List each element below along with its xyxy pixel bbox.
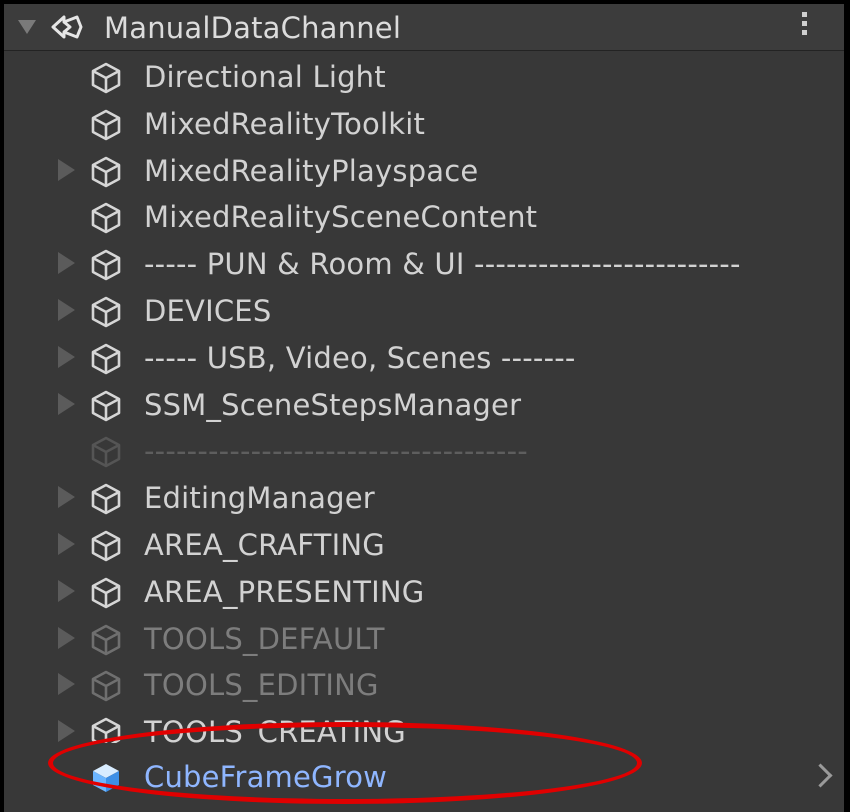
hierarchy-item[interactable]: ----- PUN & Room & UI ------------------… <box>4 241 844 287</box>
expand-arrow-icon[interactable] <box>58 299 75 321</box>
expand-arrow-icon[interactable] <box>58 252 75 275</box>
chevron-right-icon[interactable] <box>808 763 833 788</box>
hierarchy-item-label: MixedRealityToolkit <box>144 106 426 141</box>
expand-arrow-icon[interactable] <box>58 533 75 555</box>
expand-arrow-icon[interactable] <box>58 345 75 368</box>
hierarchy-panel: ManualDataChannel Directional Light Mixed… <box>4 4 844 812</box>
hierarchy-item[interactable]: MixedRealityToolkit <box>4 101 844 147</box>
hierarchy-item[interactable]: TOOLS_CREATING <box>4 709 844 744</box>
expand-arrow-icon[interactable] <box>58 720 75 743</box>
hierarchy-item[interactable]: SSM_SceneStepsManager <box>4 382 844 428</box>
hierarchy-item-label: TOOLS_CREATING <box>144 715 406 744</box>
scene-title: ManualDataChannel <box>104 11 402 45</box>
hierarchy-item-label: ------------------------------------ <box>144 434 528 469</box>
hierarchy-item[interactable]: MixedRealitySceneContent <box>4 194 844 240</box>
gameobject-cube-icon <box>90 155 122 189</box>
hierarchy-item[interactable]: AREA_CRAFTING <box>4 522 844 568</box>
scene-foldout-arrow-icon[interactable] <box>18 20 36 34</box>
expand-arrow-icon[interactable] <box>58 579 75 602</box>
gameobject-cube-icon <box>90 482 122 516</box>
hierarchy-item-label: EditingManager <box>144 481 375 516</box>
hierarchy-item-label: TOOLS_DEFAULT <box>144 621 385 656</box>
gameobject-cube-icon <box>90 576 122 610</box>
gameobject-cube-icon <box>90 623 122 657</box>
expand-arrow-icon[interactable] <box>58 626 75 649</box>
hierarchy-item-label: SSM_SceneStepsManager <box>144 387 522 422</box>
hierarchy-item-label: TOOLS_EDITING <box>144 668 379 703</box>
expand-arrow-icon[interactable] <box>58 392 75 415</box>
gameobject-cube-icon <box>90 248 122 282</box>
hierarchy-item-label: Directional Light <box>144 60 386 94</box>
hierarchy-item[interactable]: DEVICES <box>4 288 844 334</box>
unity-scene-icon <box>51 15 83 39</box>
hierarchy-item-label: ----- USB, Video, Scenes ------- <box>144 340 576 375</box>
kebab-menu-icon[interactable] <box>799 12 809 40</box>
expand-arrow-icon[interactable] <box>58 673 75 696</box>
hierarchy-item[interactable]: AREA_PRESENTING <box>4 569 844 615</box>
hierarchy-item-label: AREA_PRESENTING <box>144 574 425 609</box>
hierarchy-item-label: DEVICES <box>144 294 272 328</box>
gameobject-cube-icon <box>90 201 122 235</box>
gameobject-cube-icon <box>90 529 122 563</box>
hierarchy-item-label: ----- PUN & Room & UI ------------------… <box>144 247 741 282</box>
gameobject-cube-icon <box>90 342 122 376</box>
gameobject-cube-icon <box>90 108 122 142</box>
hierarchy-item[interactable]: TOOLS_DEFAULT <box>4 616 844 662</box>
gameobject-cube-icon <box>90 295 122 329</box>
expand-arrow-icon[interactable] <box>58 158 75 181</box>
hierarchy-item[interactable]: MixedRealityPlayspace <box>4 148 844 194</box>
hierarchy-item[interactable]: TOOLS_EDITING <box>4 662 844 708</box>
hierarchy-item-label: MixedRealityPlayspace <box>144 153 479 188</box>
gameobject-cube-icon <box>90 669 122 703</box>
gameobject-cube-icon <box>90 435 122 469</box>
hierarchy-item-label: AREA_CRAFTING <box>144 528 385 562</box>
hierarchy-item[interactable]: ----- USB, Video, Scenes ------- <box>4 335 844 381</box>
hierarchy-item[interactable]: ------------------------------------ <box>4 428 844 474</box>
prefab-cube-icon <box>93 764 119 792</box>
expand-arrow-icon[interactable] <box>58 486 75 509</box>
scene-header[interactable]: ManualDataChannel <box>4 4 844 51</box>
hierarchy-item-cubeframegrow[interactable]: CubeFrameGrow <box>4 754 844 800</box>
hierarchy-item[interactable]: Directional Light <box>4 54 844 100</box>
hierarchy-item-label: CubeFrameGrow <box>144 760 388 794</box>
gameobject-cube-icon <box>90 716 122 744</box>
hierarchy-item[interactable]: EditingManager <box>4 475 844 521</box>
gameobject-cube-icon <box>90 389 122 423</box>
hierarchy-item-label: MixedRealitySceneContent <box>144 200 538 235</box>
gameobject-cube-icon <box>90 61 122 95</box>
